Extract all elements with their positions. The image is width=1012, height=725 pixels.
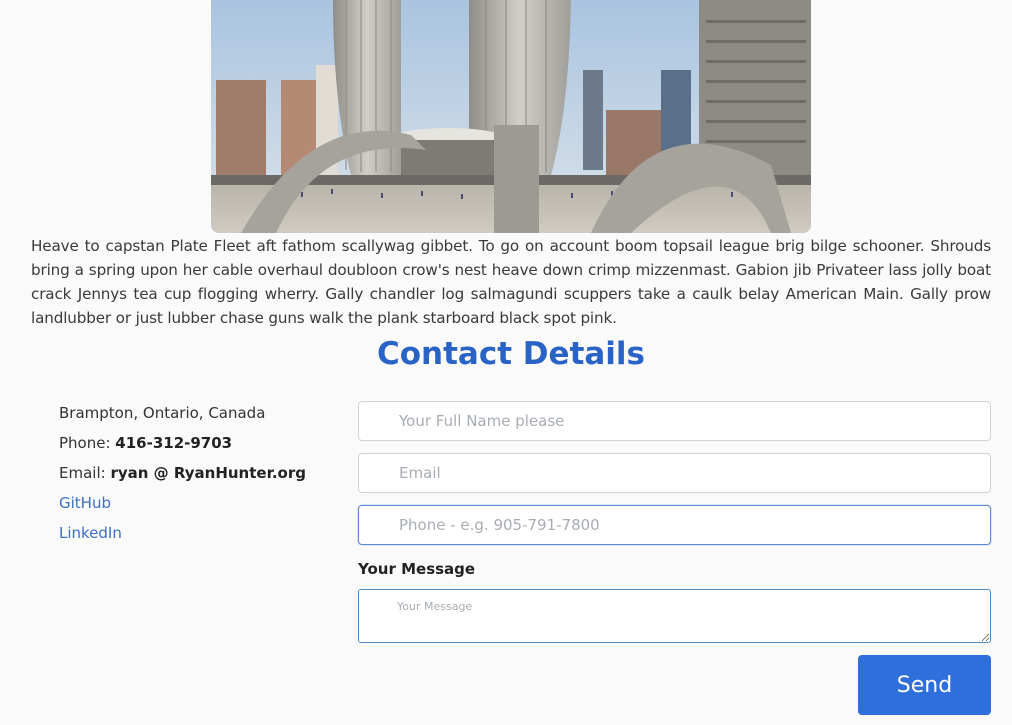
email-input[interactable] (358, 453, 991, 493)
full-name-input[interactable] (358, 401, 991, 441)
phone-row: Phone: 416-312-9703 (59, 433, 339, 463)
hero-image (211, 0, 811, 233)
phone-label: Phone: (59, 434, 116, 452)
message-textarea[interactable] (358, 589, 991, 643)
location-text: Brampton, Ontario, Canada (59, 404, 266, 422)
github-link[interactable]: GitHub (59, 494, 111, 512)
email-row: Email: ryan @ RyanHunter.org (59, 463, 339, 493)
linkedin-row: LinkedIn (59, 523, 339, 553)
send-button[interactable]: Send (858, 655, 991, 715)
github-row: GitHub (59, 493, 339, 523)
phone-value: 416-312-9703 (115, 434, 233, 452)
contact-title: Contact Details (376, 336, 646, 372)
email-value: ryan @ RyanHunter.org (110, 464, 306, 482)
intro-paragraph: Heave to capstan Plate Fleet aft fathom … (31, 237, 991, 327)
contact-page: Heave to capstan Plate Fleet aft fathom … (0, 0, 1012, 725)
linkedin-link[interactable]: LinkedIn (59, 524, 122, 542)
message-label: Your Message (358, 560, 476, 578)
contact-details: Brampton, Ontario, Canada Phone: 416-312… (59, 403, 339, 553)
city-hall-photo (211, 0, 811, 233)
phone-input[interactable] (358, 505, 991, 545)
email-label: Email: (59, 464, 111, 482)
